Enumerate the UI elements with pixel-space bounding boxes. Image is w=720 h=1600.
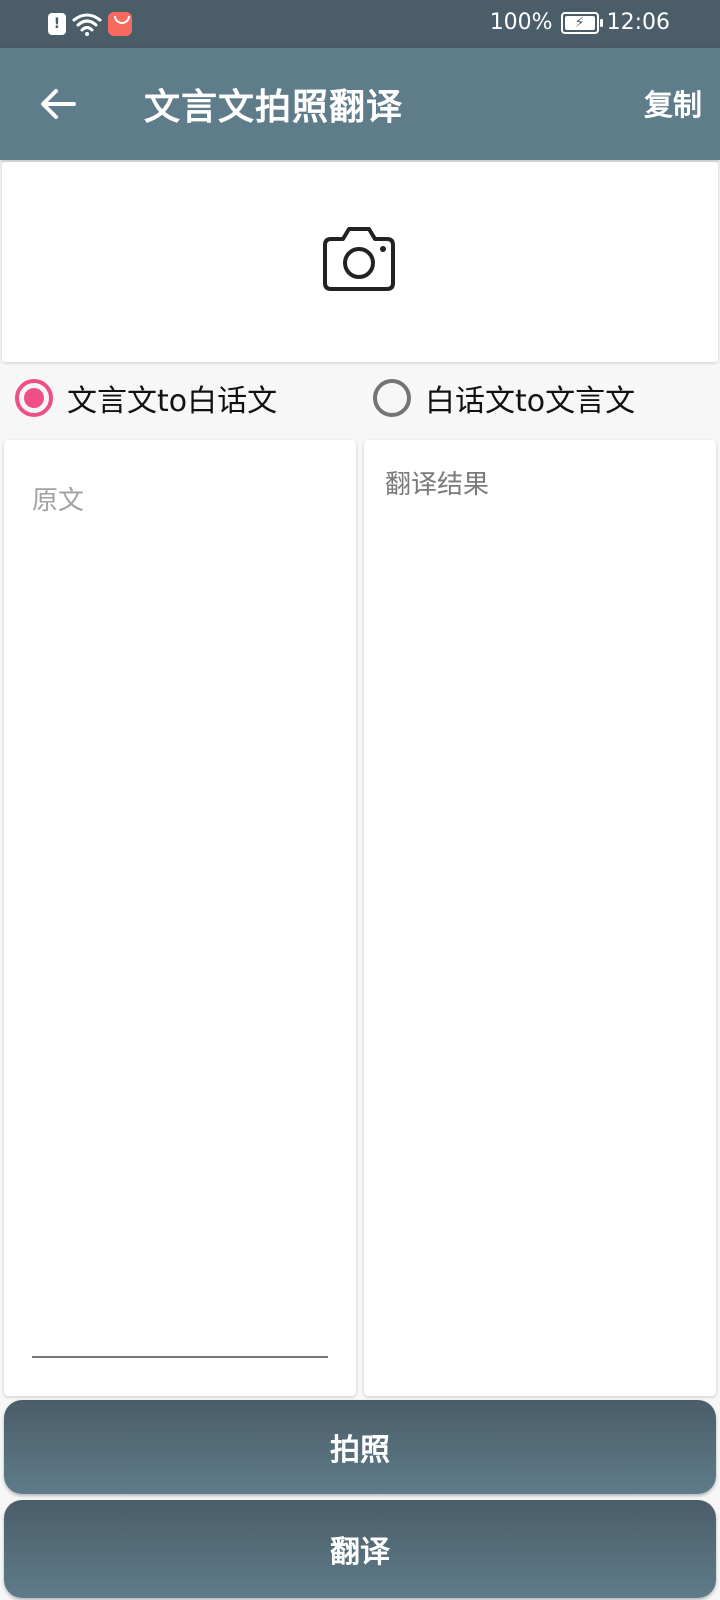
translate-button[interactable]: 翻译 — [4, 1500, 716, 1598]
back-button[interactable] — [32, 78, 84, 130]
radio-modern-to-classical[interactable]: 白话文to文言文 — [373, 376, 635, 420]
translation-mode-group: 文言文to白话文 白话文to文言文 — [0, 376, 720, 430]
source-text-input[interactable] — [32, 480, 328, 1358]
battery-charging-icon: ⚡ — [560, 11, 603, 34]
radio-label: 文言文to白话文 — [67, 384, 278, 419]
radio-classical-to-modern[interactable]: 文言文to白话文 — [15, 376, 277, 420]
battery-percent: 100% — [489, 10, 553, 35]
source-card — [4, 440, 356, 1396]
radio-label: 白话文to文言文 — [425, 384, 636, 419]
translation-result: 翻译结果 — [385, 470, 490, 500]
copy-button[interactable]: 复制 — [644, 82, 702, 124]
status-bar: ! 100% ⚡ 12:06 — [0, 0, 720, 48]
wifi-icon — [72, 13, 102, 36]
page-title: 文言文拍照翻译 — [144, 87, 404, 128]
notification-icon: ! — [48, 13, 66, 35]
arrow-back-icon — [41, 89, 76, 119]
shop-icon — [108, 12, 132, 36]
status-left-icons: ! — [48, 12, 132, 36]
status-right: 100% ⚡ 12:06 — [490, 10, 670, 35]
result-card: 翻译结果 — [364, 440, 716, 1396]
camera-icon[interactable] — [321, 225, 397, 293]
radio-checked-icon — [15, 379, 53, 417]
clock: 12:06 — [606, 10, 670, 35]
radio-unchecked-icon — [373, 379, 411, 417]
take-photo-button[interactable]: 拍照 — [4, 1400, 716, 1494]
app-bar: 文言文拍照翻译 复制 — [0, 48, 720, 160]
